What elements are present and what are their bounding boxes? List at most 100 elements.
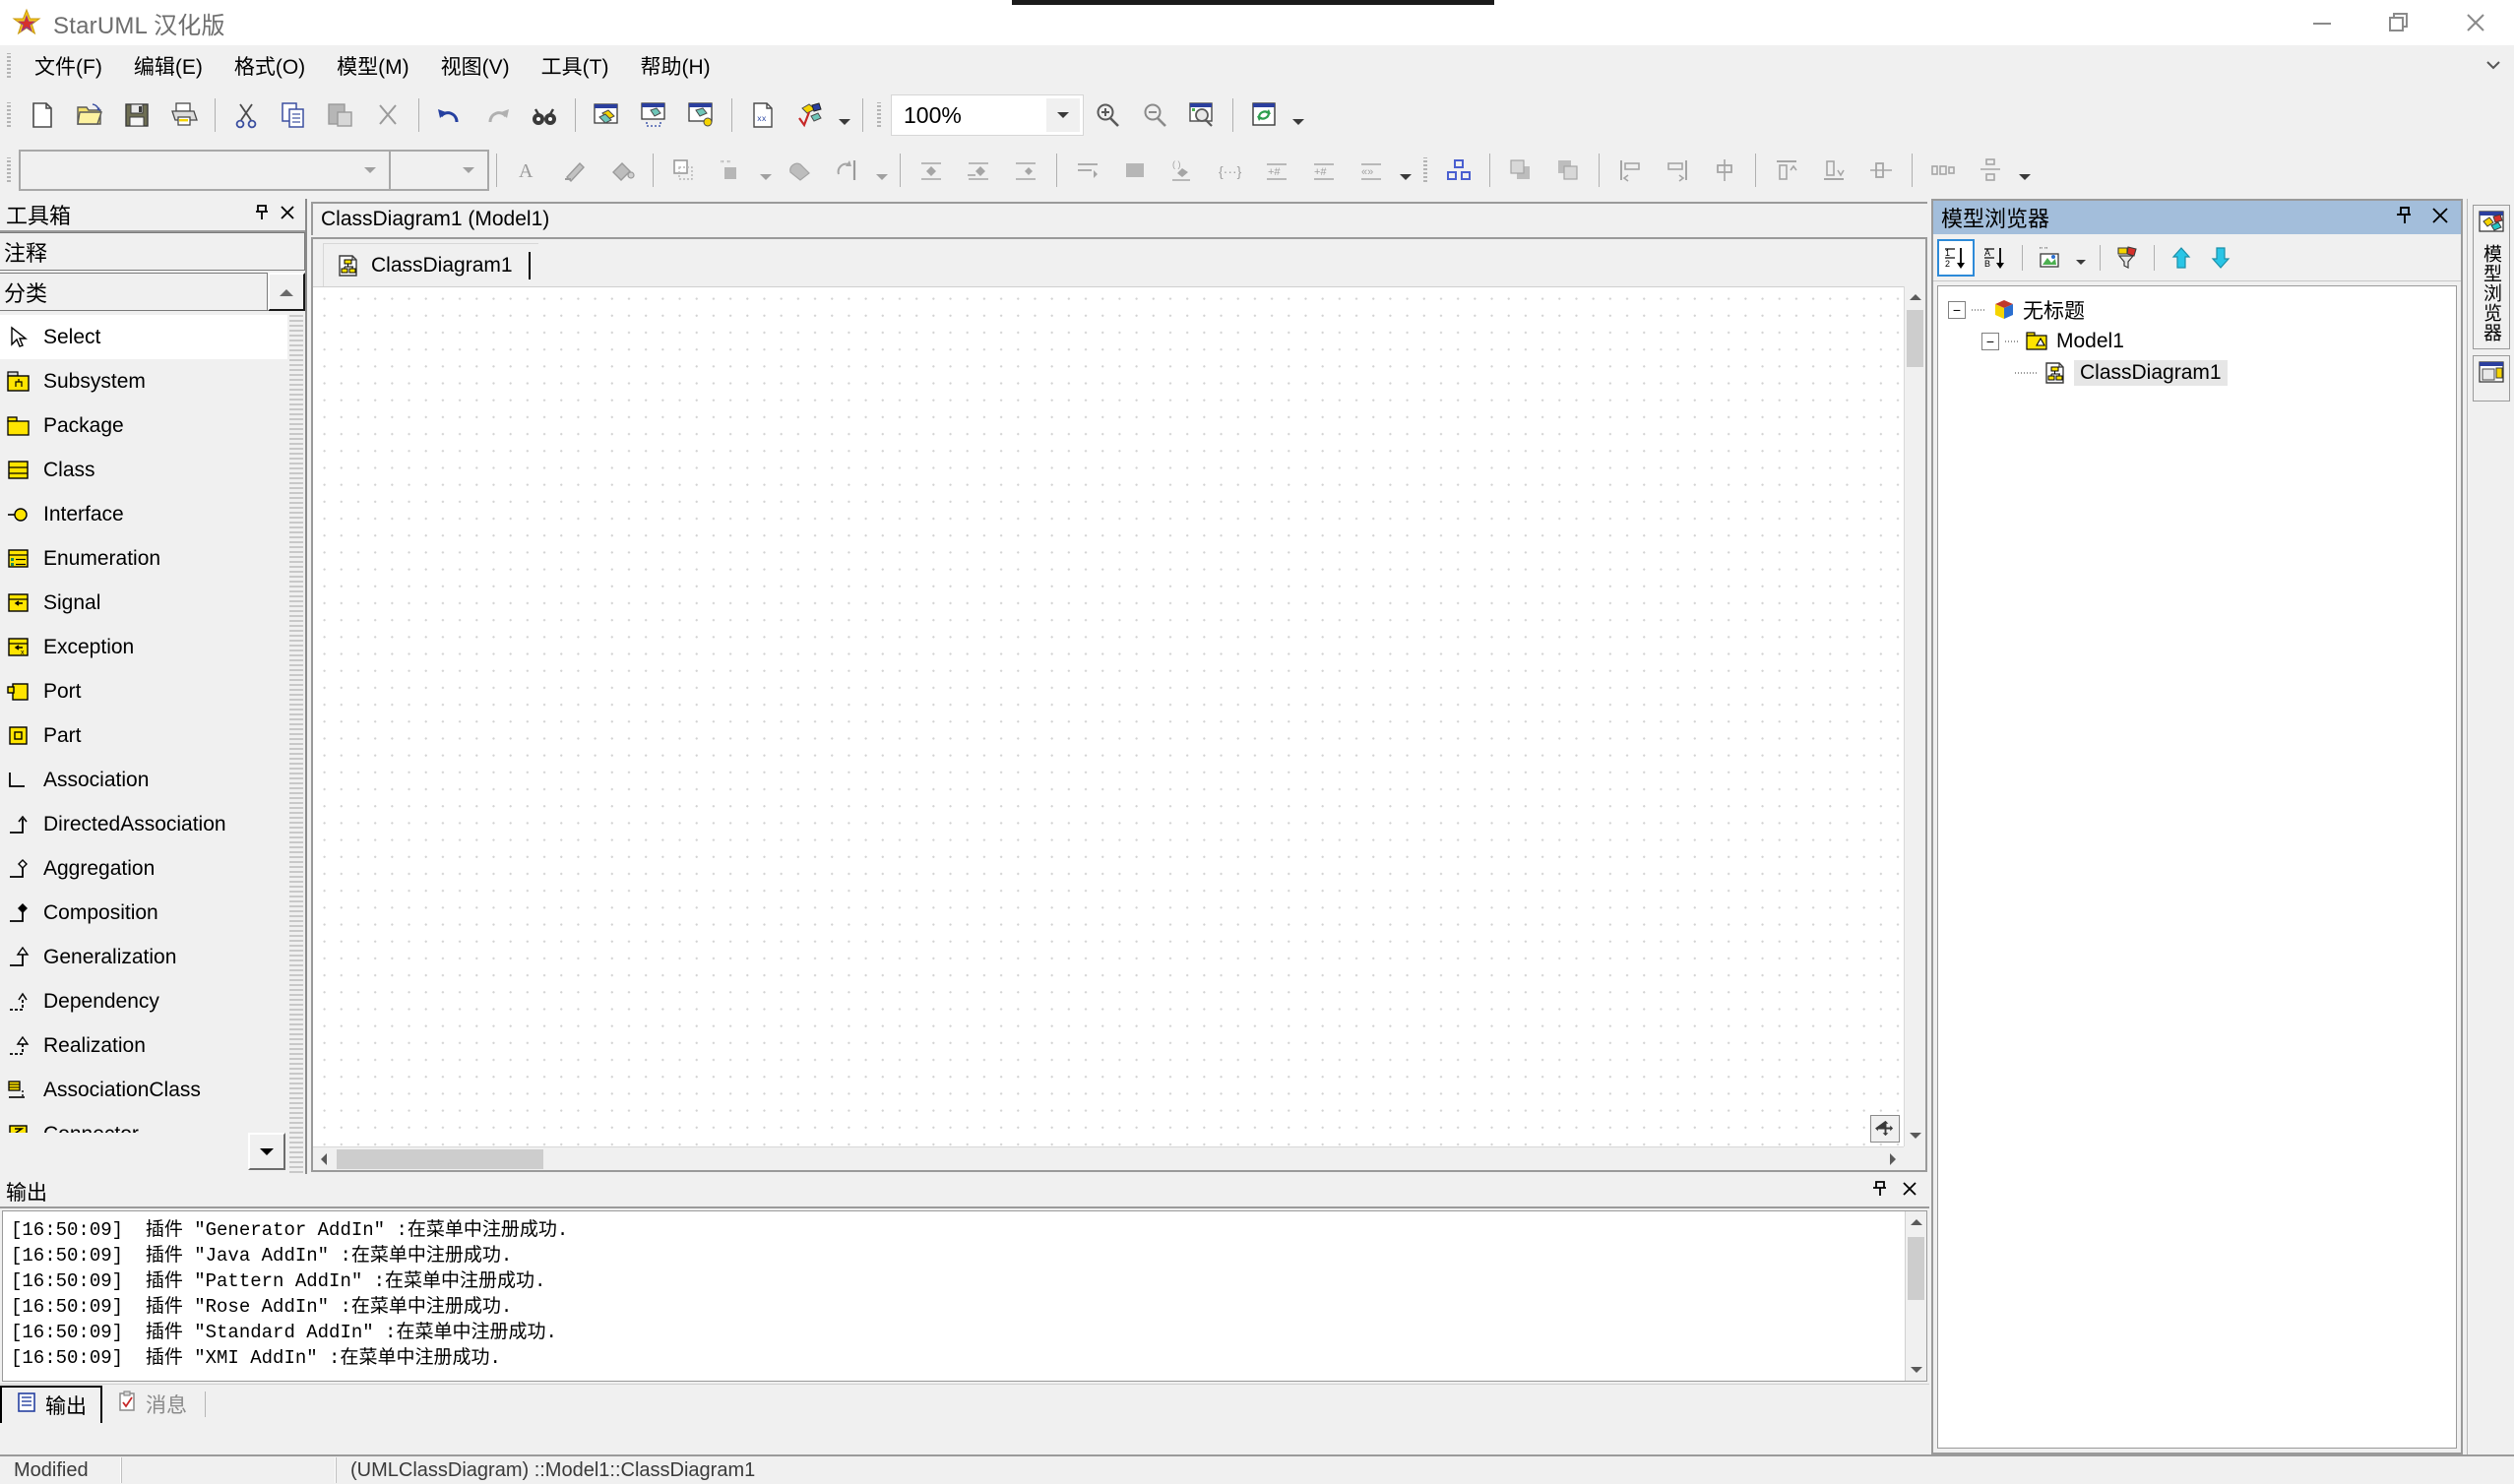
minimize-icon[interactable]	[2284, 0, 2360, 45]
output-tab-message[interactable]: 消息	[102, 1386, 201, 1423]
output-scroll-thumb[interactable]	[1908, 1237, 1924, 1300]
diagram-tab-classdiagram1[interactable]: ClassDiagram1	[323, 243, 538, 286]
zoom-in-icon[interactable]	[1084, 92, 1131, 139]
canvas-horizontal-scrollbar[interactable]	[313, 1146, 1904, 1170]
tool-item-part[interactable]: Part	[0, 713, 287, 758]
scroll-up-icon[interactable]	[1906, 1211, 1926, 1233]
find-icon[interactable]	[521, 92, 568, 139]
menu-format[interactable]: 格式(O)	[219, 47, 321, 85]
profile-dropdown-arrow[interactable]	[834, 92, 855, 139]
tool-item-realization[interactable]: Realization	[0, 1023, 287, 1068]
scroll-left-icon[interactable]	[313, 1148, 335, 1170]
layout-toolbar-grip[interactable]	[1419, 157, 1431, 183]
scroll-up-icon[interactable]	[1905, 286, 1926, 308]
filter-icon[interactable]	[2108, 239, 2146, 277]
output-scrollbar[interactable]	[1905, 1211, 1926, 1381]
menu-edit[interactable]: 编辑(E)	[118, 47, 219, 85]
tree-node-classdiagram1[interactable]: ClassDiagram1	[1938, 357, 2456, 389]
tool-item-connector[interactable]: Connector	[0, 1112, 287, 1133]
tool-item-class[interactable]: Class	[0, 448, 287, 492]
zoom-level-combo[interactable]: 100%	[891, 94, 1084, 136]
canvas-vertical-scrollbar[interactable]	[1904, 286, 1925, 1146]
pin-icon[interactable]	[1870, 1179, 1890, 1205]
tool-item-association-class[interactable]: AssociationClass	[0, 1068, 287, 1112]
zoom-out-icon[interactable]	[1131, 92, 1178, 139]
pin-icon[interactable]	[2394, 205, 2416, 231]
save-icon[interactable]	[113, 92, 160, 139]
scroll-right-icon[interactable]	[1882, 1148, 1904, 1170]
space-dropdown-arrow[interactable]	[2014, 147, 2036, 194]
restore-icon[interactable]	[2360, 0, 2437, 45]
collapse-toggle-icon[interactable]: −	[1948, 301, 1966, 319]
stereotype-display-dropdown-arrow[interactable]	[1395, 147, 1416, 194]
toolbox-group-class[interactable]: 分类	[0, 273, 268, 311]
close-icon[interactable]	[2429, 205, 2451, 231]
tool-item-directed-association[interactable]: DirectedAssociation	[0, 802, 287, 846]
profile-icon[interactable]	[786, 92, 834, 139]
chevron-down-icon[interactable]	[2484, 58, 2502, 74]
scroll-down-icon[interactable]	[1905, 1125, 1926, 1146]
menu-file[interactable]: 文件(F)	[19, 47, 118, 85]
generate-doc-icon[interactable]: xx	[739, 92, 786, 139]
tree-node-project[interactable]: − 无标题	[1938, 294, 2456, 326]
view-options-icon[interactable]: " "	[2031, 239, 2068, 277]
sort-by-name-icon[interactable]: A B	[1977, 239, 2014, 277]
menu-view[interactable]: 视图(V)	[425, 47, 526, 85]
tool-item-signal[interactable]: Signal	[0, 581, 287, 625]
menu-tools[interactable]: 工具(T)	[526, 47, 625, 85]
menubar-grip[interactable]	[3, 52, 15, 79]
sort-by-order-icon[interactable]: 1 2	[1937, 238, 1975, 277]
cut-icon[interactable]	[222, 92, 270, 139]
toolbox-scrollbar[interactable]	[289, 315, 303, 1174]
close-icon[interactable]	[1900, 1179, 1919, 1205]
view-options-dropdown-arrow[interactable]	[2070, 239, 2092, 277]
close-icon[interactable]	[278, 203, 297, 227]
font-size-combo[interactable]	[391, 150, 489, 191]
tool-item-subsystem[interactable]: Subsystem	[0, 359, 287, 403]
dock-tab-model-browser[interactable]: 模型浏览器	[2472, 205, 2510, 349]
collapse-toggle-icon[interactable]: −	[1981, 333, 1999, 350]
toolbox-group-annotation[interactable]: 注释	[0, 232, 305, 271]
tool-item-port[interactable]: Port	[0, 669, 287, 713]
open-folder-icon[interactable]	[66, 92, 113, 139]
undo-icon[interactable]	[426, 92, 473, 139]
zoom-toolbar-grip[interactable]	[873, 102, 885, 128]
tool-item-dependency[interactable]: Dependency	[0, 979, 287, 1023]
font-name-combo[interactable]	[19, 150, 391, 191]
tool-item-aggregation[interactable]: Aggregation	[0, 846, 287, 891]
layout-icon[interactable]	[1435, 147, 1482, 194]
print-icon[interactable]	[160, 92, 208, 139]
output-tab-output[interactable]: 输出	[0, 1386, 102, 1423]
zoom-fit-icon[interactable]	[1178, 92, 1226, 139]
menu-model[interactable]: 模型(M)	[321, 47, 424, 85]
add-sub-diagram-icon[interactable]	[630, 92, 677, 139]
dock-tab-documentation[interactable]	[2472, 355, 2510, 402]
pin-icon[interactable]	[252, 203, 272, 227]
copy-icon[interactable]	[270, 92, 317, 139]
refresh-dropdown-arrow[interactable]	[1288, 92, 1309, 139]
tool-item-exception[interactable]: x Exception	[0, 625, 287, 669]
pan-icon[interactable]	[1870, 1115, 1900, 1143]
tree-node-model1[interactable]: − Model1	[1938, 326, 2456, 357]
add-model-icon[interactable]	[677, 92, 724, 139]
tool-item-generalization[interactable]: Generalization	[0, 935, 287, 979]
output-log[interactable]: [16:50:09] 插件 "Generator AddIn" :在菜单中注册成…	[2, 1210, 1927, 1382]
move-down-icon[interactable]	[2202, 239, 2239, 277]
format-toolbar-grip[interactable]	[3, 157, 15, 183]
scroll-down-icon[interactable]	[248, 1133, 285, 1170]
chevron-down-icon[interactable]	[454, 152, 483, 189]
move-up-icon[interactable]	[2163, 239, 2200, 277]
toolbar-grip[interactable]	[3, 102, 15, 128]
scroll-down-icon[interactable]	[1906, 1359, 1926, 1381]
tool-item-association[interactable]: Association	[0, 758, 287, 802]
scroll-up-icon[interactable]	[268, 273, 305, 311]
tool-item-composition[interactable]: Composition	[0, 891, 287, 935]
tool-item-interface[interactable]: Interface	[0, 492, 287, 536]
chevron-down-icon[interactable]	[1046, 98, 1080, 132]
tool-item-package[interactable]: Package	[0, 403, 287, 448]
menu-help[interactable]: 帮助(H)	[624, 47, 725, 85]
canvas-vscroll-thumb[interactable]	[1907, 310, 1923, 367]
diagram-canvas[interactable]	[313, 286, 1904, 1146]
add-diagram-icon[interactable]	[583, 92, 630, 139]
tool-item-select[interactable]: Select	[0, 315, 287, 359]
